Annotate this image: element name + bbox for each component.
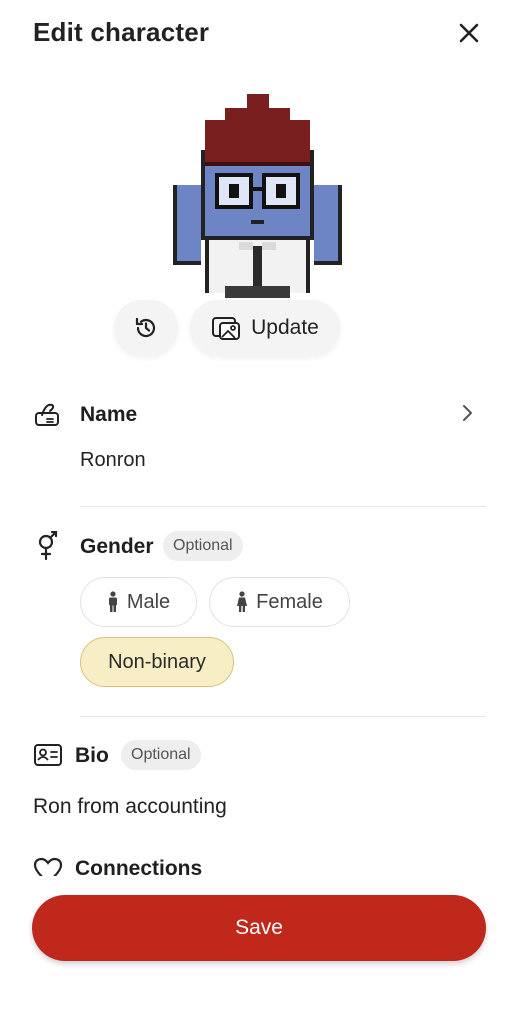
gender-option-label: Female [256, 590, 323, 613]
name-value: Ronron [80, 449, 146, 471]
bio-label: Bio [75, 744, 109, 767]
update-label: Update [251, 316, 319, 339]
save-button[interactable]: Save [32, 895, 486, 961]
id-card-icon [33, 742, 63, 768]
gender-option-label: Non-binary [108, 650, 206, 673]
gender-label: Gender [80, 535, 154, 558]
gender-icon [34, 531, 62, 561]
header: Edit character [0, 0, 517, 64]
close-button[interactable] [452, 16, 486, 50]
divider [80, 506, 486, 507]
gender-option-non-binary[interactable]: Non-binary [80, 637, 234, 687]
gender-option-label: Male [126, 590, 171, 613]
heart-icon [33, 857, 63, 876]
name-label: Name [80, 403, 138, 426]
bio-value[interactable]: Ron from accounting [33, 795, 227, 819]
name-field-row[interactable]: Name [0, 386, 517, 446]
chevron-right-icon [463, 405, 472, 421]
gender-option-female[interactable]: Female [209, 577, 350, 627]
history-button[interactable] [114, 300, 178, 356]
male-icon [108, 591, 117, 612]
signature-icon [33, 399, 63, 429]
female-icon [237, 591, 248, 612]
divider [80, 716, 486, 717]
optional-badge: Optional [121, 740, 201, 770]
page-title: Edit character [33, 17, 210, 47]
image-update-icon [212, 317, 241, 340]
connections-row[interactable]: Connections [0, 848, 517, 876]
connections-label: Connections [75, 857, 203, 876]
update-avatar-button[interactable]: Update [190, 300, 340, 356]
gender-option-male[interactable]: Male [80, 577, 197, 627]
optional-badge: Optional [163, 531, 243, 561]
character-avatar [165, 90, 350, 305]
close-icon [459, 23, 479, 43]
history-icon [135, 317, 156, 338]
